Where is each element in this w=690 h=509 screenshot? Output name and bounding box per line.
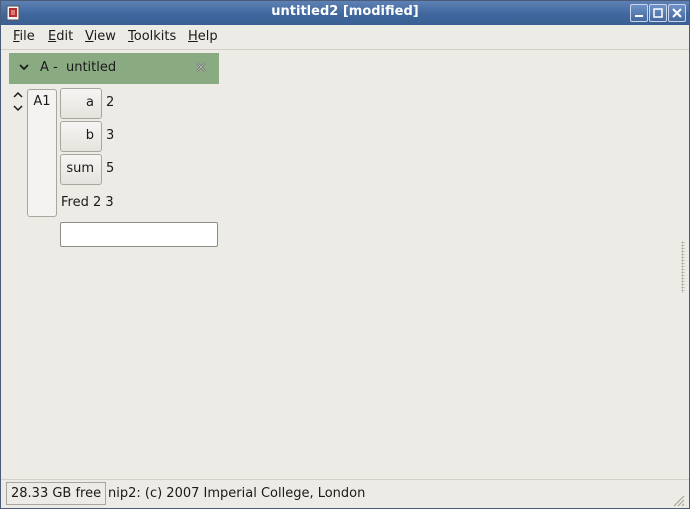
minimize-button[interactable] — [630, 4, 648, 22]
menu-file[interactable]: File — [13, 29, 35, 44]
menu-file-label: ile — [19, 29, 35, 44]
maximize-icon — [653, 8, 663, 18]
row-sum-value: 5 — [106, 161, 115, 176]
workspace-title: A - untitled — [40, 60, 117, 75]
menu-edit[interactable]: Edit — [48, 29, 73, 44]
chevron-down-icon[interactable] — [18, 61, 30, 73]
menu-help-mnemonic: H — [188, 29, 198, 44]
menu-view[interactable]: View — [85, 29, 116, 44]
free-space-label: 28.33 GB free — [6, 482, 107, 505]
resize-grip-icon[interactable] — [671, 493, 685, 507]
row-a-name: a — [86, 95, 94, 110]
row-b-name: b — [85, 128, 94, 143]
menu-help-label: elp — [197, 29, 218, 44]
minimize-icon — [635, 15, 643, 17]
menu-toolkits[interactable]: Toolkits — [128, 29, 176, 44]
menu-edit-label: dit — [56, 29, 74, 44]
close-button[interactable] — [668, 4, 686, 22]
column-a1[interactable]: A1 — [27, 89, 57, 217]
row-a-button[interactable]: a — [60, 88, 102, 119]
column-label: A1 — [33, 94, 51, 109]
menu-help[interactable]: Help — [188, 29, 218, 44]
row-sum-button[interactable]: sum — [60, 154, 102, 185]
title-bar[interactable]: untitled2 [modified] — [1, 1, 689, 25]
window-title: untitled2 [modified] — [271, 4, 419, 19]
result-text: Fred 2 3 — [61, 195, 114, 210]
close-icon — [672, 8, 682, 18]
app-window: untitled2 [modified] File Edit View Tool… — [0, 0, 690, 509]
maximize-button[interactable] — [649, 4, 667, 22]
menu-toolkits-label: oolkits — [133, 29, 177, 44]
up-down-arrows-icon[interactable] — [11, 90, 25, 114]
status-bar: 28.33 GB free nip2: (c) 2007 Imperial Co… — [1, 479, 689, 509]
pane-resize-handle[interactable] — [681, 241, 685, 293]
workspace-header[interactable]: A - untitled — [9, 53, 219, 84]
status-message: nip2: (c) 2007 Imperial College, London — [108, 486, 366, 501]
menu-view-mnemonic: V — [85, 29, 94, 44]
row-b-value: 3 — [106, 128, 115, 143]
row-b-button[interactable]: b — [60, 121, 102, 152]
menu-bar: File Edit View Toolkits Help — [1, 25, 689, 50]
row-a-value: 2 — [106, 95, 115, 110]
close-icon[interactable] — [194, 60, 208, 74]
menu-edit-mnemonic: E — [48, 29, 57, 44]
expression-input[interactable] — [60, 222, 218, 247]
row-sum-name: sum — [66, 161, 94, 176]
menu-view-label: iew — [93, 29, 116, 44]
